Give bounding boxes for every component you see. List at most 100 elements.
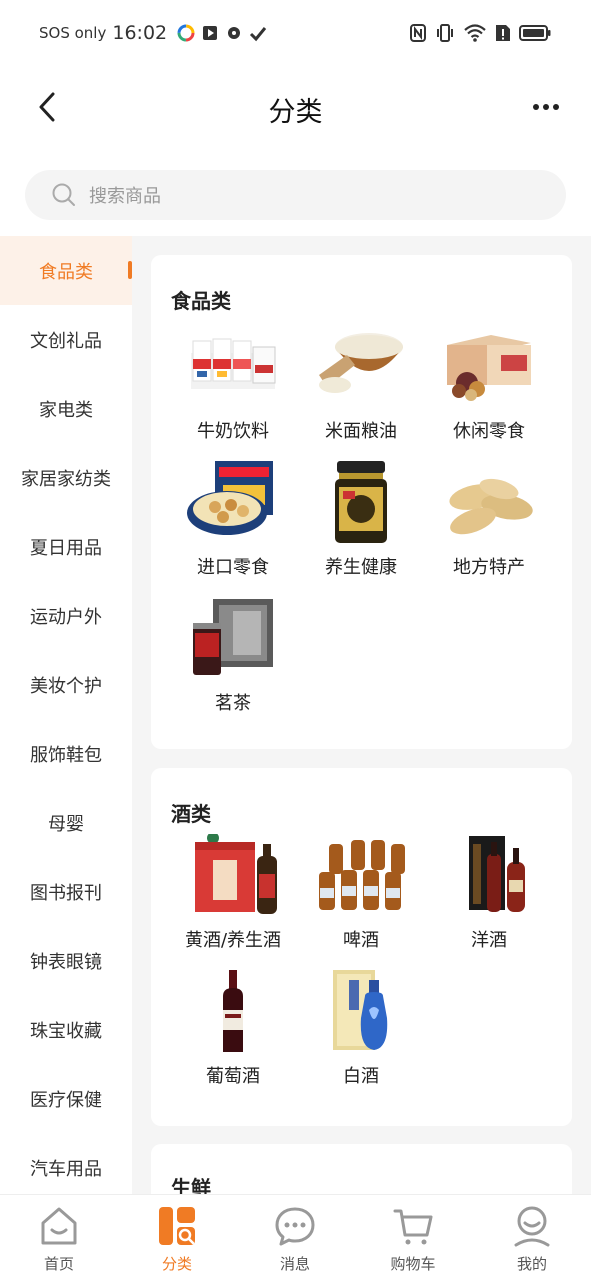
battery-icon	[519, 25, 551, 41]
sidebar-item-appliances[interactable]: 家电类	[0, 374, 132, 443]
category-label: 洋酒	[471, 930, 507, 951]
section-card-food: 食品类 牛奶饮料 米面粮油 休闲零食 进口零食 养生健康 地方特产 茗茶	[151, 255, 572, 749]
sidebar-item-label: 钟表眼镜	[30, 951, 102, 973]
settings-gear-icon	[228, 27, 241, 39]
category-icon	[159, 1207, 195, 1245]
sidebar-item-outdoor[interactable]: 运动户外	[0, 581, 132, 650]
sidebar-item-label: 汽车用品	[30, 1158, 102, 1180]
carrier-text: SOS only	[39, 24, 107, 42]
app-check-icon	[250, 27, 267, 42]
cognac-image	[469, 836, 525, 912]
sidebar-item-summer[interactable]: 夏日用品	[0, 512, 132, 581]
sidebar-item-label: 文创礼品	[30, 330, 102, 352]
category-rice-oil[interactable]: 米面粮油	[297, 325, 425, 455]
sidebar-item-label: 家居家纺类	[21, 468, 111, 490]
category-beer[interactable]: 啤酒	[297, 834, 425, 964]
more-options-button[interactable]	[529, 92, 563, 122]
sidebar-item-label: 美妆个护	[30, 675, 102, 697]
search-placeholder: 搜索商品	[89, 186, 161, 207]
baijiu-image	[333, 970, 388, 1050]
category-yellow-wine[interactable]: 黄酒/养生酒	[169, 834, 297, 964]
yellow-wine-image	[195, 834, 277, 914]
category-label: 休闲零食	[453, 421, 525, 442]
sidebar-item-food[interactable]: 食品类	[0, 236, 132, 305]
sidebar-item-beauty[interactable]: 美妆个护	[0, 650, 132, 719]
category-foreign-liquor[interactable]: 洋酒	[425, 834, 553, 964]
sim-alert-icon	[496, 25, 510, 41]
category-leisure-snacks[interactable]: 休闲零食	[425, 325, 553, 455]
milk-box-image	[191, 338, 276, 389]
sidebar-item-baby[interactable]: 母婴	[0, 788, 132, 857]
tab-label: 分类	[161, 1255, 192, 1273]
nfc-icon	[410, 24, 426, 42]
cookie-tin-image	[187, 461, 273, 535]
status-right	[409, 20, 551, 46]
category-label: 进口零食	[197, 557, 269, 578]
status-left: SOS only 16:02	[39, 20, 267, 46]
sidebar-item-books[interactable]: 图书报刊	[0, 857, 132, 926]
profile-icon	[514, 1206, 550, 1247]
category-label: 养生健康	[325, 557, 397, 578]
vibrate-icon	[437, 24, 453, 42]
sidebar-item-home-textile[interactable]: 家居家纺类	[0, 443, 132, 512]
category-health[interactable]: 养生健康	[297, 461, 425, 591]
peanuts-image	[449, 478, 533, 535]
category-label: 葡萄酒	[206, 1066, 260, 1087]
section-title: 酒类	[171, 802, 211, 826]
category-wine[interactable]: 葡萄酒	[169, 970, 297, 1100]
section-card-alcohol: 酒类 黄酒/养生酒 啤酒 洋酒 葡萄酒 白酒	[151, 768, 572, 1126]
header: 分类	[0, 66, 591, 152]
tab-messages[interactable]: 消息	[236, 1203, 354, 1275]
tab-category[interactable]: 分类	[118, 1203, 236, 1275]
cart-icon	[393, 1209, 433, 1245]
sidebar-item-label: 夏日用品	[30, 537, 102, 559]
sidebar-item-label: 运动户外	[30, 606, 102, 628]
tab-profile[interactable]: 我的	[473, 1203, 591, 1275]
video-icon	[203, 26, 218, 40]
category-label: 黄酒/养生酒	[184, 930, 282, 951]
sidebar-item-label: 医疗保健	[30, 1089, 102, 1111]
search-input[interactable]: 搜索商品	[25, 170, 566, 220]
sidebar-item-gifts[interactable]: 文创礼品	[0, 305, 132, 374]
tab-label: 购物车	[390, 1255, 436, 1273]
red-wine-image	[223, 970, 243, 1052]
tab-label: 消息	[279, 1255, 310, 1273]
category-label: 地方特产	[453, 557, 525, 578]
category-label: 牛奶饮料	[197, 421, 269, 442]
category-label: 啤酒	[343, 930, 379, 951]
more-dot-icon	[543, 104, 549, 110]
tea-box-image	[193, 599, 273, 675]
category-local-specialty[interactable]: 地方特产	[425, 461, 553, 591]
tab-label: 我的	[516, 1255, 547, 1273]
status-bar: SOS only 16:02	[0, 0, 591, 66]
category-baijiu[interactable]: 白酒	[297, 970, 425, 1100]
sidebar-item-watches[interactable]: 钟表眼镜	[0, 926, 132, 995]
category-imported-snacks[interactable]: 进口零食	[169, 461, 297, 591]
beer-bottles-image	[319, 840, 405, 910]
sidebar-item-label: 家电类	[39, 399, 93, 421]
sidebar-item-label: 珠宝收藏	[30, 1020, 102, 1042]
category-label: 米面粮油	[325, 421, 397, 442]
wifi-icon	[464, 24, 486, 42]
tab-home[interactable]: 首页	[0, 1203, 118, 1275]
section-title: 生鲜	[171, 1176, 211, 1194]
sidebar-item-label: 服饰鞋包	[30, 744, 102, 766]
tab-cart[interactable]: 购物车	[354, 1203, 472, 1275]
category-milk-drinks[interactable]: 牛奶饮料	[169, 325, 297, 455]
rice-bowl-image	[319, 333, 403, 393]
category-content: 食品类 文创礼品 家电类 家居家纺类 夏日用品 运动户外 美妆个护 服饰鞋包 母…	[0, 236, 591, 1194]
sidebar-item-label: 图书报刊	[30, 882, 102, 904]
home-icon	[41, 1207, 77, 1245]
sidebar-item-auto[interactable]: 汽车用品	[0, 1133, 132, 1194]
section-card-fresh: 生鲜	[151, 1144, 572, 1194]
clock-text: 16:02	[112, 22, 168, 44]
category-label: 白酒	[343, 1066, 379, 1087]
tab-label: 首页	[43, 1255, 74, 1273]
section-title: 食品类	[171, 289, 231, 313]
category-tea[interactable]: 茗茶	[169, 597, 297, 727]
sidebar-item-medical[interactable]: 医疗保健	[0, 1064, 132, 1133]
category-sidebar[interactable]: 食品类 文创礼品 家电类 家居家纺类 夏日用品 运动户外 美妆个护 服饰鞋包 母…	[0, 236, 132, 1194]
more-dot-icon	[553, 104, 559, 110]
sidebar-item-apparel[interactable]: 服饰鞋包	[0, 719, 132, 788]
sidebar-item-jewelry[interactable]: 珠宝收藏	[0, 995, 132, 1064]
